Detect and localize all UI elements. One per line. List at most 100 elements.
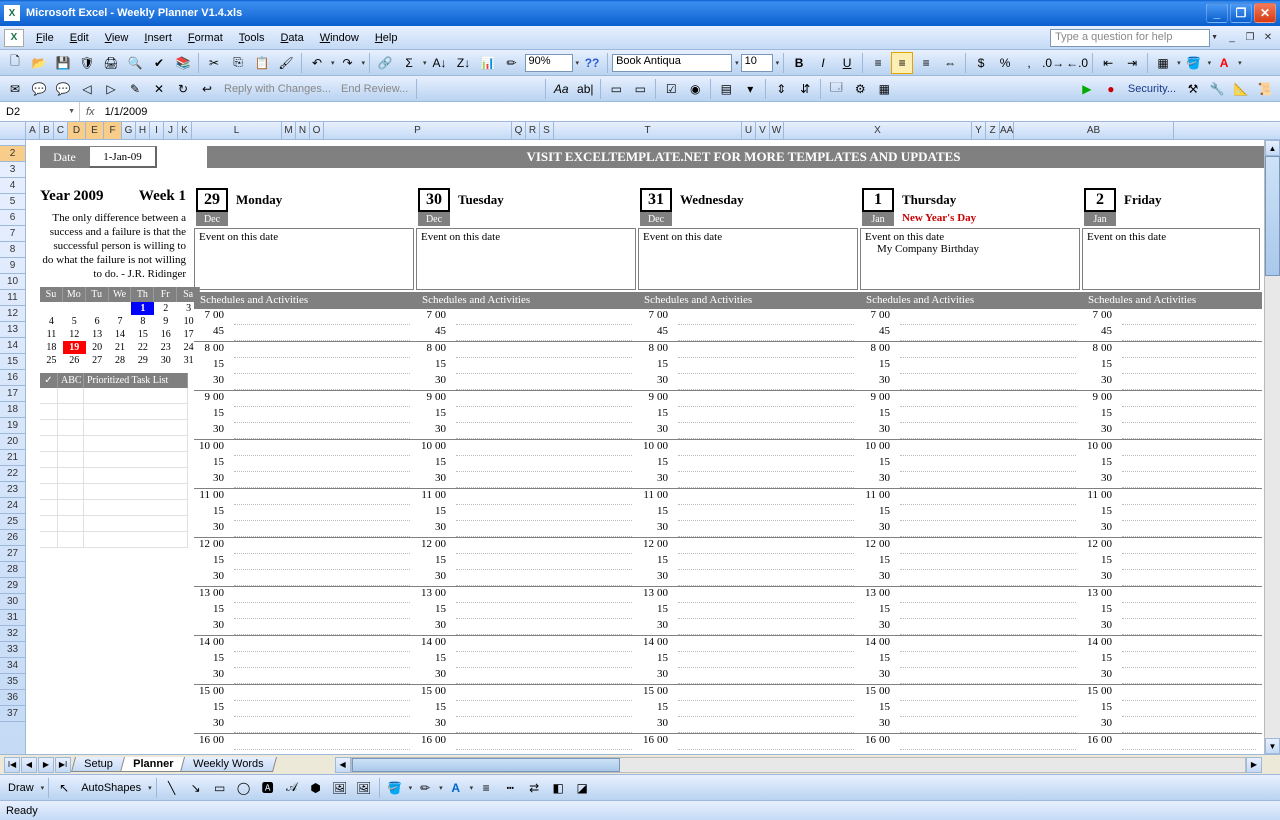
time-slot[interactable]: 30 — [638, 423, 860, 439]
time-slot[interactable]: 15 — [1082, 358, 1262, 374]
time-slot[interactable]: 30 — [416, 717, 638, 733]
formula-bar[interactable]: 1/1/2009 — [101, 106, 1280, 118]
font-name-select[interactable]: Book Antiqua — [612, 54, 732, 72]
time-slot[interactable]: 15 — [638, 603, 860, 619]
time-slot[interactable]: 30 — [416, 423, 638, 439]
permission-icon[interactable]: 🛡 — [76, 52, 98, 74]
col-header-U[interactable]: U — [742, 122, 756, 139]
mini-cal-day[interactable] — [86, 302, 109, 315]
help-icon[interactable]: ?? — [581, 52, 603, 74]
time-slot[interactable]: 1500 — [1082, 685, 1262, 701]
menu-tools[interactable]: Tools — [231, 29, 273, 47]
time-slot[interactable]: 1600 — [416, 734, 638, 750]
task-row[interactable] — [40, 420, 188, 436]
row-header-36[interactable]: 36 — [0, 690, 25, 706]
sort-asc-icon[interactable]: A↓ — [429, 52, 451, 74]
mini-cal-day[interactable]: 26 — [63, 354, 86, 367]
time-slot[interactable]: 700 — [194, 309, 416, 325]
time-slot[interactable]: 45 — [194, 325, 416, 341]
row-header-34[interactable]: 34 — [0, 658, 25, 674]
time-slot[interactable]: 30 — [638, 521, 860, 537]
time-slot[interactable]: 1100 — [1082, 489, 1262, 505]
col-header-O[interactable]: O — [310, 122, 324, 139]
time-slot[interactable]: 15 — [860, 701, 1082, 717]
time-slot[interactable]: 900 — [416, 391, 638, 407]
textbox-control-icon[interactable]: ab| — [574, 78, 596, 100]
time-slot[interactable]: 30 — [416, 521, 638, 537]
mini-cal-day[interactable]: 2 — [154, 302, 177, 315]
save-icon[interactable]: 💾 — [52, 52, 74, 74]
time-slot[interactable]: 1100 — [860, 489, 1082, 505]
option-control-icon[interactable]: ◉ — [684, 78, 706, 100]
time-slot[interactable]: 15 — [416, 358, 638, 374]
time-slot[interactable]: 800 — [638, 342, 860, 358]
next-comment-icon[interactable]: ▷ — [100, 78, 122, 100]
time-slot[interactable]: 15 — [638, 554, 860, 570]
mini-cal-day[interactable]: 13 — [86, 328, 109, 341]
col-header-A[interactable]: A — [26, 122, 40, 139]
time-slot[interactable]: 30 — [638, 472, 860, 488]
help-search-input[interactable]: Type a question for help — [1050, 29, 1210, 47]
time-slot[interactable]: 15 — [416, 456, 638, 472]
italic-icon[interactable]: I — [812, 52, 834, 74]
underline-icon[interactable]: U — [836, 52, 858, 74]
row-header-26[interactable]: 26 — [0, 530, 25, 546]
col-header-E[interactable]: E — [86, 122, 104, 139]
time-slot[interactable]: 15 — [638, 652, 860, 668]
col-header-D[interactable]: D — [68, 122, 86, 139]
time-slot[interactable]: 1300 — [194, 587, 416, 603]
mini-cal-day[interactable] — [109, 302, 132, 315]
time-slot[interactable]: 1000 — [860, 440, 1082, 456]
percent-icon[interactable]: % — [994, 52, 1016, 74]
mini-cal-day[interactable]: 11 — [40, 328, 63, 341]
minimize-button[interactable]: _ — [1206, 3, 1228, 23]
maximize-button[interactable]: ❐ — [1230, 3, 1252, 23]
task-row[interactable] — [40, 484, 188, 500]
row-header-24[interactable]: 24 — [0, 498, 25, 514]
row-header-31[interactable]: 31 — [0, 610, 25, 626]
time-slot[interactable]: 1600 — [194, 734, 416, 750]
col-header-C[interactable]: C — [54, 122, 68, 139]
worksheet-grid[interactable]: 2345678910111213141516171819202122232425… — [0, 140, 1280, 754]
time-slot[interactable]: 15 — [194, 505, 416, 521]
first-sheet-button[interactable]: I◀ — [4, 757, 20, 773]
prev-sheet-button[interactable]: ◀ — [21, 757, 37, 773]
col-header-K[interactable]: K — [178, 122, 192, 139]
time-slot[interactable]: 15 — [638, 701, 860, 717]
row-header-28[interactable]: 28 — [0, 562, 25, 578]
time-slot[interactable]: 30 — [860, 521, 1082, 537]
time-slot[interactable]: 30 — [638, 668, 860, 684]
time-slot[interactable]: 30 — [1082, 717, 1262, 733]
time-slot[interactable]: 15 — [638, 358, 860, 374]
time-slot[interactable]: 15 — [1082, 554, 1262, 570]
mini-cal-day[interactable]: 28 — [109, 354, 132, 367]
groupbox-control-icon[interactable]: ▭ — [605, 78, 627, 100]
time-slot[interactable]: 15 — [194, 358, 416, 374]
time-slot[interactable]: 30 — [194, 668, 416, 684]
format-painter-icon[interactable]: 🖌 — [275, 52, 297, 74]
row-header-30[interactable]: 30 — [0, 594, 25, 610]
col-header-AA[interactable]: AA — [1000, 122, 1014, 139]
row-header-10[interactable]: 10 — [0, 274, 25, 290]
time-slot[interactable]: 15 — [416, 652, 638, 668]
time-slot[interactable]: 30 — [1082, 570, 1262, 586]
mini-cal-day[interactable]: 6 — [86, 315, 109, 328]
col-header-AB[interactable]: AB — [1014, 122, 1174, 139]
rectangle-icon[interactable]: ▭ — [209, 777, 231, 799]
col-header-N[interactable]: N — [296, 122, 310, 139]
security-button[interactable]: Security... — [1124, 83, 1180, 95]
control-toolbox-icon[interactable]: 🔧 — [1206, 78, 1228, 100]
time-slot[interactable]: 1300 — [860, 587, 1082, 603]
delete-comment-icon[interactable]: ✕ — [148, 78, 170, 100]
col-header-Y[interactable]: Y — [972, 122, 986, 139]
3d-icon[interactable]: ◪ — [571, 777, 593, 799]
event-box[interactable]: Event on this date — [1082, 228, 1260, 290]
time-slot[interactable]: 15 — [194, 652, 416, 668]
col-header-W[interactable]: W — [770, 122, 784, 139]
row-header-13[interactable]: 13 — [0, 322, 25, 338]
scroll-right-button[interactable]: ▶ — [1246, 757, 1262, 773]
time-slot[interactable]: 30 — [194, 717, 416, 733]
hscroll-thumb[interactable] — [352, 758, 620, 772]
properties-icon[interactable]: 🗔 — [825, 78, 847, 100]
autoshapes-menu[interactable]: AutoShapes — [77, 782, 145, 794]
